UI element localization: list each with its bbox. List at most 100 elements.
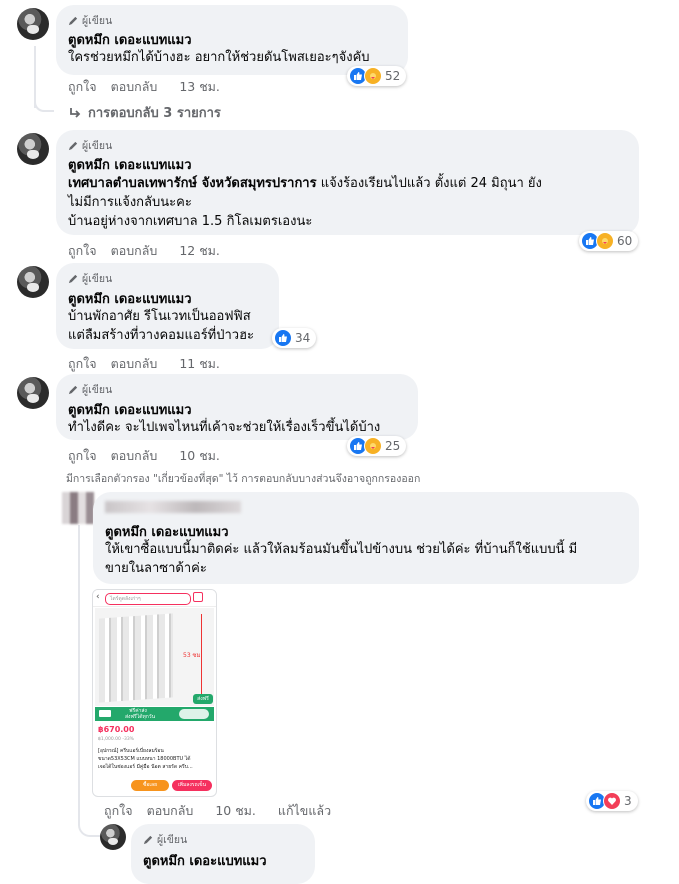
like-button[interactable]: ถูกใจ [68,77,97,97]
like-button[interactable]: ถูกใจ [68,241,97,261]
like-icon [274,329,292,347]
badge-label: ผู้เขียน [82,15,113,27]
attached-image[interactable]: ‹ ไดร์ดูดลังเก่าๆ 53 ซม. ส่งฟรี ฟรีค่าส่… [92,589,217,797]
author-badge: ผู้เขียน [68,381,112,398]
like-button[interactable]: ถูกใจ [68,354,97,374]
edited-label[interactable]: แก้ไขแล้ว [278,801,331,821]
comment-author[interactable]: ตูดหมึก เดอะแบทแมว [68,288,192,309]
avatar[interactable] [17,377,49,409]
reaction-count: 25 [385,439,401,453]
pen-icon [68,274,78,284]
timestamp[interactable]: 11 ชม. [179,354,220,374]
pen-icon [68,385,78,395]
add-to-cart-button: เพิ่มลงรถเข็น [172,780,212,791]
author-badge: ผู้เขียน [68,270,112,287]
reaction-count: 60 [617,234,633,248]
timestamp[interactable]: 12 ชม. [179,241,220,261]
reply-button[interactable]: ตอบกลับ [111,354,158,374]
lazada-searchbar: ‹ ไดร์ดูดลังเก่าๆ [93,590,216,607]
comment-text: ไม่มีการแจ้งกลับนะคะ [68,195,192,210]
reaction-summary[interactable]: 52 [347,66,407,86]
comment-text-line: เทศบาลตำบลเทพารักษ์ จังหวัดสมุทรปราการ แ… [68,174,542,193]
reply-thread-curve [78,817,100,837]
author-badge: ผู้เขียน [68,137,112,154]
timestamp[interactable]: 10 ชม. [179,446,220,466]
truck-icon [99,710,111,717]
reply-text: ให้เขาซื้อแบบนี้มาติดค่ะ แล้วให้ลมร้อนมั… [105,542,578,557]
reaction-count: 3 [624,794,632,808]
vent-fins [99,613,173,703]
comment-author[interactable]: ตูดหมึก เดอะแบทแมว [143,850,267,871]
product-desc: เจอได้ในช่องแอร์ มีคู่มือ น๊อต สายรัด คร… [98,764,193,770]
comment-bubble: ผู้เขียน ตูดหมึก เดอะแบทแมว บ้านพักอาศัย… [56,263,279,349]
product-photo: 53 ซม. ส่งฟรี [95,608,214,706]
free-ship-badge: ส่งฟรี [193,694,213,704]
comment-actions: ถูกใจ ตอบกลับ 11 ชม. [68,354,220,374]
replies-label: การตอบกลับ 3 รายการ [88,106,221,121]
pen-icon [68,141,78,151]
reply-thread-line [78,525,80,825]
comment-bubble: ผู้เขียน ตูดหมึก เดอะแบทแมว [131,824,315,884]
care-icon [364,437,382,455]
tagged-page-link[interactable]: เทศบาลตำบลเทพารักษ์ จังหวัดสมุทรปราการ [68,176,317,191]
like-button[interactable]: ถูกใจ [104,801,133,821]
comment-bubble: ผู้เขียน ตูดหมึก เดอะแบทแมว ทำไงดีคะ จะไ… [56,374,418,440]
view-replies-link[interactable]: การตอบกลับ 3 รายการ [68,102,221,123]
product-desc: ขนาด53X53CM แบบหนา 18000BTU ได้ [98,756,191,762]
ship-badge [179,709,209,719]
comment-text: ทำไงดีคะ จะไปเพจไหนที่เค้าจะช่วยให้เรื่อ… [68,420,381,435]
cart-icon [193,592,203,602]
search-field: ไดร์ดูดลังเก่าๆ [105,593,191,605]
like-button[interactable]: ถูกใจ [68,446,97,466]
thread-line [34,492,36,872]
author-badge: ผู้เขียน [143,831,187,848]
comment-actions: ถูกใจ ตอบกลับ 13 ชม. [68,77,220,97]
comment-text: แจ้งร้องเรียนไปแล้ว ตั้งแต่ 24 มิถุนา ยั… [316,176,542,191]
back-icon: ‹ [96,592,100,602]
comment-author[interactable]: ตูดหมึก เดอะแบทแมว [68,154,192,175]
pen-icon [143,835,153,845]
reaction-summary[interactable]: 25 [347,436,407,456]
author-badge: ผู้เขียน [68,12,112,29]
comment-actions: ถูกใจ ตอบกลับ 10 ชม. [68,446,220,466]
blurred-username [105,501,241,513]
reply-button[interactable]: ตอบกลับ [147,801,194,821]
comment-text: บ้านพักอาศัย รีโนเวทเป็นออฟฟิส [68,309,251,324]
shipping-banner: ฟรีค่าส่ง ส่งฟรีได้ทุกวัน [95,707,214,721]
shipping-text: ส่งฟรีได้ทุกวัน [125,714,156,720]
timestamp[interactable]: 13 ชม. [179,77,220,97]
reply-bubble: ตูดหมึก เดอะแบทแมว ให้เขาซื้อแบบนี้มาติด… [93,492,639,584]
reaction-summary[interactable]: 60 [579,231,639,251]
reply-button[interactable]: ตอบกลับ [111,77,158,97]
comment-text: บ้านอยู่ห่างจากเทศบาล 1.5 กิโลเมตรเองนะ [68,214,313,229]
reply-text: ขายในลาซาด้าค่ะ [105,561,207,576]
reaction-summary[interactable]: 3 [586,791,638,811]
blurred-avatar[interactable] [62,492,94,524]
reply-arrow-icon [70,107,81,118]
avatar[interactable] [17,8,49,40]
love-icon [603,792,621,810]
reaction-count: 34 [295,331,311,345]
comment-bubble: ผู้เขียน ตูดหมึก เดอะแบทแมว ใครช่วยหมึกไ… [56,5,408,75]
badge-label: ผู้เขียน [82,140,113,152]
reaction-summary[interactable]: 34 [272,328,317,348]
product-desc: [อุปกรณ์] ครีบแอร์เบี่ยงลมร้อน [98,748,164,754]
care-icon [364,67,382,85]
reply-button[interactable]: ตอบกลับ [111,446,158,466]
avatar[interactable] [100,824,126,850]
avatar[interactable] [17,266,49,298]
reply-button[interactable]: ตอบกลับ [111,241,158,261]
size-label: 53 ซม. [183,652,203,659]
comment-author[interactable]: ตูดหมึก เดอะแบทแมว [68,29,192,50]
comment-author[interactable]: ตูดหมึก เดอะแบทแมว [68,399,192,420]
badge-label: ผู้เขียน [82,273,113,285]
avatar[interactable] [17,133,49,165]
care-icon [596,232,614,250]
mentioned-user-link[interactable]: ตูดหมึก เดอะแบทแมว [105,521,229,542]
product-price: ฿670.00 [98,725,135,734]
timestamp[interactable]: 10 ชม. [215,801,256,821]
badge-label: ผู้เขียน [157,834,188,846]
product-old-price: ฿1,000.00 -33% [98,737,134,742]
filter-notice: มีการเลือกตัวกรอง "เกี่ยวข้องที่สุด" ไว้… [66,473,421,485]
comment-text: ใครช่วยหมึกได้บ้างฮะ อยากให้ช่วยดันโพสเย… [68,50,370,65]
